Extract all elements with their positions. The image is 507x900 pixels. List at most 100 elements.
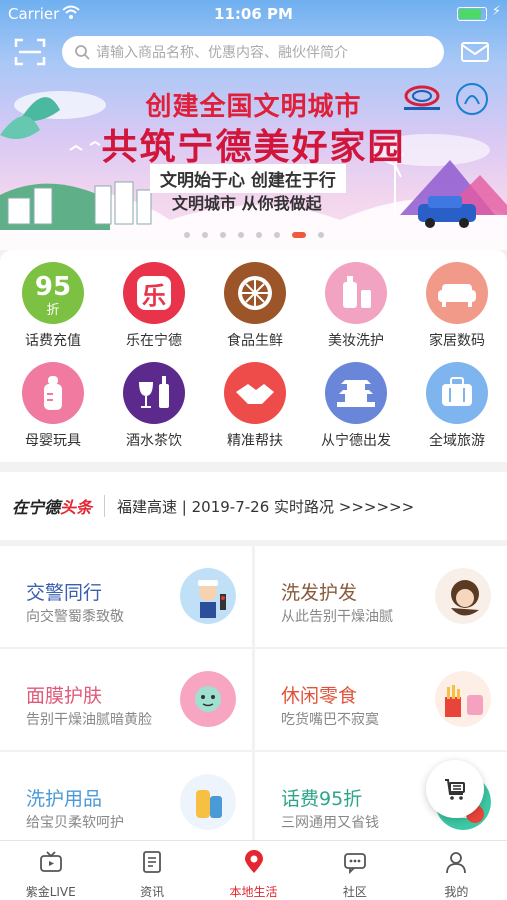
carousel-dot[interactable] (237, 232, 244, 238)
carousel-dot[interactable] (201, 232, 208, 238)
promo-subtitle: 给宝贝柔软呵护 (26, 815, 124, 831)
promo-subtitle: 从此告别干燥油腻 (281, 609, 393, 625)
news-icon (143, 851, 162, 873)
tv-icon (39, 851, 62, 872)
search-input[interactable]: 请输入商品名称、优惠内容、融伙伴简介 (62, 36, 444, 68)
svg-text:乐: 乐 (142, 282, 166, 310)
carousel-dot[interactable] (317, 232, 324, 238)
status-bar: Carrier 11:06 PM ⚡ (0, 0, 507, 28)
category-label: 母婴玩具 (25, 433, 81, 449)
clock: 11:06 PM (214, 5, 293, 23)
headline-brand-red: 头条 (60, 498, 93, 517)
category-sofa[interactable]: 家居数码 (407, 262, 507, 350)
category-luggage[interactable]: 全域旅游 (407, 362, 507, 450)
category-grid: 95 折话费充值乐乐在宁德 食品生鲜 美妆洗护 家居数码 母婴玩具 酒水茶饮 精准帮扶 从宁德出… (0, 250, 507, 462)
carousel-dot[interactable] (273, 232, 280, 238)
orange-slice-icon (224, 262, 286, 324)
battery-level (459, 9, 482, 19)
screen: Carrier 11:06 PM ⚡ 请输入商品名称、优惠内容、融伙伴简介 创建… (0, 0, 507, 900)
promo-card[interactable]: 面膜护肤告别干燥油腻暗黄脸 (0, 649, 252, 750)
news-ticker[interactable]: 在宁德头条 福建高速 | 2019-7-26 实时路况 >>>>>> (0, 472, 507, 540)
carousel-dot[interactable] (219, 232, 226, 238)
headline-brand: 在宁德头条 (12, 494, 92, 518)
wine-icon (123, 362, 185, 424)
face-mask-icon (180, 671, 236, 727)
tab-tv[interactable]: 紫金LIVE (0, 841, 101, 900)
svg-text:折: 折 (46, 303, 59, 318)
baby-care-icon (180, 774, 236, 830)
tab-person[interactable]: 我的 (406, 841, 507, 900)
tab-label: 社区 (342, 885, 367, 899)
category-label: 家居数码 (429, 333, 485, 349)
cart-button[interactable] (426, 760, 484, 818)
tab-label: 本地生活 (229, 885, 278, 899)
carousel-dot[interactable] (291, 232, 306, 238)
category-label: 话费充值 (25, 333, 81, 349)
category-cosmetics[interactable]: 美妆洗护 (306, 262, 406, 350)
tab-news[interactable]: 资讯 (101, 841, 202, 900)
promo-title: 交警同行 (26, 582, 103, 604)
scan-icon[interactable] (14, 38, 46, 66)
category-wine[interactable]: 酒水茶饮 (104, 362, 204, 450)
search-placeholder: 请输入商品名称、优惠内容、融伙伴简介 (96, 45, 348, 61)
le-icon: 乐 (123, 262, 185, 324)
promo-subtitle: 三网通用又省钱 (281, 815, 379, 831)
search-icon (75, 45, 90, 60)
hair-care-icon (435, 568, 491, 624)
banner-subtitle-line2: 文明城市 从你我做起 (172, 194, 322, 213)
promo-card[interactable]: 休闲零食吃货嘴巴不寂寞 (255, 649, 507, 750)
tab-bar: 紫金LIVE 资讯 本地生活 社区 我的 (0, 840, 507, 900)
ticker-divider (104, 495, 106, 517)
ticker-headline[interactable]: 福建高速 | 2019-7-26 实时路况 >>>>>> (117, 496, 414, 517)
promo-title: 休闲零食 (281, 685, 358, 707)
banner-subtitle-line1: 文明始于心 创建在于行 (150, 164, 346, 193)
tab-label: 我的 (444, 885, 469, 899)
category-label: 酒水茶饮 (126, 433, 182, 449)
tab-label: 资讯 (140, 885, 165, 899)
category-orange-slice[interactable]: 食品生鲜 (205, 262, 305, 350)
banner-title-line2: 共筑宁德美好家园 (101, 127, 406, 168)
handshake-icon (224, 362, 286, 424)
phone-credit-95-icon: 95 折 (22, 262, 84, 324)
promo-card[interactable]: 洗护用品 给宝贝柔软呵护 (0, 752, 252, 853)
carousel-dots[interactable] (0, 232, 507, 238)
tab-chat-bubble[interactable]: 社区 (304, 841, 405, 900)
category-label: 美妆洗护 (328, 333, 384, 349)
category-handshake[interactable]: 精准帮扶 (205, 362, 305, 450)
message-icon[interactable] (460, 40, 490, 64)
promo-card[interactable]: 洗发护发从此告别干燥油腻 (255, 546, 507, 647)
tab-label: 紫金LIVE (25, 885, 76, 899)
charging-bolt-icon: ⚡ (491, 4, 501, 19)
promo-subtitle: 告别干燥油腻暗黄脸 (26, 712, 152, 728)
promo-subtitle: 向交警蜀黍致敬 (26, 609, 124, 625)
category-label: 乐在宁德 (126, 333, 182, 349)
battery-icon (457, 7, 487, 21)
svg-text:95: 95 (35, 272, 71, 302)
traffic-police-icon (180, 568, 236, 624)
promo-title: 话费95折 (281, 788, 363, 810)
headline-brand-black: 在宁德 (12, 498, 61, 517)
snacks-icon (435, 671, 491, 727)
category-pagoda[interactable]: 从宁德出发 (306, 362, 406, 450)
promo-title: 洗发护发 (281, 582, 358, 604)
location-pin-icon (244, 850, 263, 873)
baby-bottle-icon (22, 362, 84, 424)
sofa-icon (426, 262, 488, 324)
tab-location-pin[interactable]: 本地生活 (203, 841, 304, 900)
carousel-dot[interactable] (255, 232, 262, 238)
category-label: 从宁德出发 (321, 433, 391, 449)
carousel-dot[interactable] (183, 232, 190, 238)
category-label: 全域旅游 (429, 433, 485, 449)
cosmetics-icon (325, 262, 387, 324)
promo-card[interactable]: 交警同行向交警蜀黍致敬 (0, 546, 252, 647)
pagoda-icon (325, 362, 387, 424)
luggage-icon (426, 362, 488, 424)
category-baby-bottle[interactable]: 母婴玩具 (3, 362, 103, 450)
category-phone-credit-95[interactable]: 95 折话费充值 (3, 262, 103, 350)
banner-carousel[interactable]: Carrier 11:06 PM ⚡ 请输入商品名称、优惠内容、融伙伴简介 创建… (0, 0, 507, 250)
promo-subtitle: 吃货嘴巴不寂寞 (281, 712, 379, 728)
category-label: 食品生鲜 (227, 333, 283, 349)
promo-title: 面膜护肤 (26, 685, 103, 707)
category-label: 精准帮扶 (227, 433, 283, 449)
category-le[interactable]: 乐乐在宁德 (104, 262, 204, 350)
